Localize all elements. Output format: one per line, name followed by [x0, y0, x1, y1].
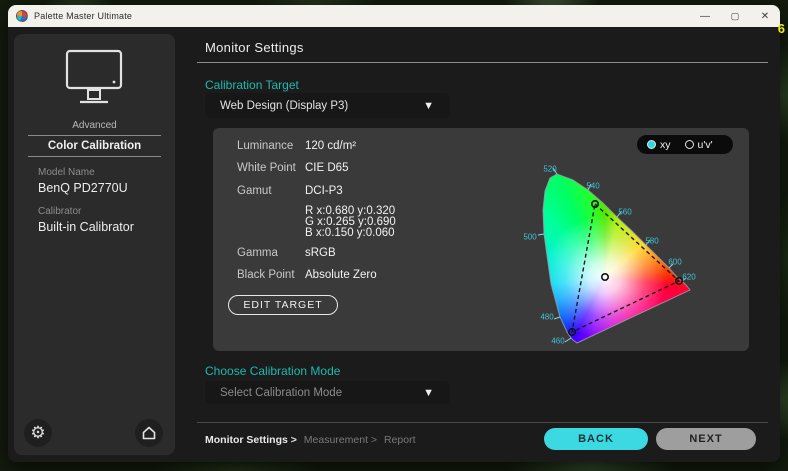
mode-label: Advanced: [14, 120, 175, 131]
sidebar-section-title: Color Calibration: [14, 140, 175, 152]
breadcrumb-monitor-settings: Monitor Settings >: [205, 434, 297, 446]
desktop-wallpaper: 6 Palette Master Ultimate — ▢ ✕ Advanced: [0, 0, 788, 471]
uv-radio-label[interactable]: u'v': [698, 139, 713, 151]
calibration-target-heading: Calibration Target: [205, 78, 299, 92]
minimize-button[interactable]: —: [690, 5, 720, 27]
calibrator-value: Built-in Calibrator: [38, 220, 134, 234]
window-body: Advanced Color Calibration Model Name Be…: [8, 27, 780, 462]
blue-primary-value: B x:0.150 y:0.060: [305, 227, 395, 239]
black-point-label: Black Point: [237, 269, 295, 281]
red-primary-marker: [676, 278, 682, 284]
edit-target-button[interactable]: EDIT TARGET: [228, 295, 338, 315]
luminance-label: Luminance: [237, 140, 293, 152]
white-point-value: CIE D65: [305, 162, 348, 174]
wavelength-label: 560: [618, 208, 631, 217]
sidebar-divider: [28, 135, 161, 136]
sidebar-divider: [28, 156, 161, 157]
spectral-locus-outline: [543, 174, 690, 343]
coordinate-system-toggle: xy u'v': [637, 135, 733, 154]
close-button[interactable]: ✕: [750, 5, 780, 27]
calibrator-label: Calibrator: [38, 206, 81, 217]
luminance-value: 120 cd/m²: [305, 140, 356, 152]
dropdown-placeholder: Select Calibration Mode: [220, 387, 342, 399]
back-button[interactable]: BACK: [544, 428, 648, 450]
wavelength-label: 460: [551, 337, 564, 346]
white-point-label: White Point: [237, 162, 296, 174]
home-icon: [141, 425, 157, 441]
blue-primary-marker: [569, 329, 575, 335]
monitor-icon: [56, 46, 132, 108]
white-point-marker: [602, 274, 608, 280]
breadcrumb-measurement: Measurement >: [304, 434, 377, 446]
window-title: Palette Master Ultimate: [34, 11, 132, 21]
wavelength-label: 520: [543, 165, 556, 174]
gamut-triangle: [572, 204, 679, 332]
home-button[interactable]: [135, 419, 163, 447]
green-primary-marker: [592, 201, 598, 207]
page-title: Monitor Settings: [205, 40, 304, 55]
uv-radio[interactable]: [685, 140, 694, 149]
gamma-label: Gamma: [237, 247, 278, 259]
chevron-down-icon: ▼: [423, 100, 434, 112]
chevron-down-icon: ▼: [423, 387, 434, 399]
gamut-value: DCI-P3: [305, 185, 343, 197]
wavelength-label: 480: [540, 313, 553, 322]
dropdown-selected-value: Web Design (Display P3): [220, 100, 348, 112]
target-detail-panel: 520 540 560 580 600 620 500 480 460 xy u…: [213, 128, 749, 351]
calibration-mode-dropdown[interactable]: Select Calibration Mode ▼: [205, 381, 450, 404]
wavelength-label: 620: [682, 273, 695, 282]
wavelength-label: 600: [668, 258, 681, 267]
xy-radio[interactable]: [647, 140, 656, 149]
wavelength-ticks: [538, 168, 686, 342]
app-window: Palette Master Ultimate — ▢ ✕ Advanced C…: [8, 5, 780, 462]
gamut-label: Gamut: [237, 185, 272, 197]
divider: [197, 62, 768, 63]
breadcrumb: Monitor Settings > Measurement > Report: [205, 434, 415, 446]
window-controls: — ▢ ✕: [690, 5, 780, 27]
gamma-value: sRGB: [305, 247, 336, 259]
next-button[interactable]: NEXT: [656, 428, 756, 450]
settings-button[interactable]: ⚙: [24, 419, 52, 447]
wavelength-label: 540: [586, 182, 599, 191]
black-point-value: Absolute Zero: [305, 269, 377, 281]
maximize-button[interactable]: ▢: [720, 5, 750, 27]
xy-radio-label[interactable]: xy: [660, 139, 671, 151]
divider: [197, 422, 768, 423]
breadcrumb-report: Report: [384, 434, 416, 446]
model-name-label: Model Name: [38, 167, 95, 178]
app-logo-icon: [16, 10, 28, 22]
wavelength-label: 580: [645, 237, 658, 246]
calibration-target-dropdown[interactable]: Web Design (Display P3) ▼: [205, 93, 450, 118]
gear-icon: ⚙: [30, 423, 45, 443]
frame-counter-badge: 6: [778, 21, 785, 36]
title-bar[interactable]: Palette Master Ultimate — ▢ ✕: [8, 5, 780, 27]
calibration-mode-heading: Choose Calibration Mode: [205, 364, 340, 378]
sidebar: Advanced Color Calibration Model Name Be…: [14, 34, 175, 455]
wavelength-label: 500: [523, 233, 536, 242]
model-name-value: BenQ PD2770U: [38, 181, 128, 195]
